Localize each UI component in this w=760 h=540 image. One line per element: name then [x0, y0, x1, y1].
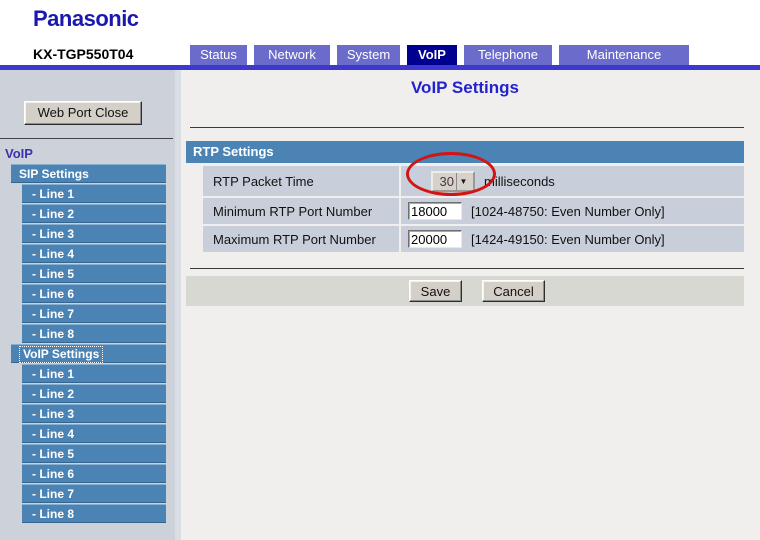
min-rtp-port-input[interactable]: [408, 202, 462, 220]
rtp-settings-header: RTP Settings: [186, 141, 744, 163]
panasonic-logo: Panasonic: [33, 6, 139, 32]
button-strip: Save Cancel: [186, 276, 744, 306]
sidebar-item-sip-line-1[interactable]: - Line 1: [22, 184, 166, 203]
tab-voip[interactable]: VoIP: [407, 45, 457, 65]
max-rtp-port-label: Maximum RTP Port Number: [203, 226, 399, 252]
sidebar-item-sip-line-7[interactable]: - Line 7: [22, 304, 166, 323]
max-rtp-port-value-cell: [1424-49150: Even Number Only]: [401, 226, 744, 252]
sidebar-item-voip-line-5[interactable]: - Line 5: [22, 444, 166, 463]
rtp-packet-time-selected-value: 30: [433, 174, 456, 189]
tab-status[interactable]: Status: [190, 45, 247, 65]
top-tab-bar: Status Network System VoIP Telephone Mai…: [190, 45, 689, 65]
sidebar-item-sip-line-3[interactable]: - Line 3: [22, 224, 166, 243]
model-number: KX-TGP550T04: [33, 46, 133, 62]
main-content: VoIP Settings RTP Settings RTP Packet Ti…: [181, 70, 760, 540]
tab-system[interactable]: System: [337, 45, 400, 65]
rtp-packet-time-select[interactable]: 30 ▼: [431, 171, 475, 192]
min-rtp-port-label: Minimum RTP Port Number: [203, 198, 399, 224]
sidebar-item-voip-line-4[interactable]: - Line 4: [22, 424, 166, 443]
sidebar-item-voip-line-8[interactable]: - Line 8: [22, 504, 166, 523]
sidebar-item-voip-line-6[interactable]: - Line 6: [22, 464, 166, 483]
sidebar-item-voip-line-2[interactable]: - Line 2: [22, 384, 166, 403]
sidebar-item-voip-line-7[interactable]: - Line 7: [22, 484, 166, 503]
sidebar-item-sip-line-4[interactable]: - Line 4: [22, 244, 166, 263]
content-divider: [190, 268, 744, 269]
cancel-button[interactable]: Cancel: [482, 280, 545, 302]
sidebar-menu: SIP Settings - Line 1 - Line 2 - Line 3 …: [0, 164, 181, 524]
sidebar-item-voip-settings-label: VoIP Settings: [19, 346, 103, 363]
page-title: VoIP Settings: [186, 78, 744, 98]
save-button[interactable]: Save: [409, 280, 462, 302]
sidebar-item-sip-line-2[interactable]: - Line 2: [22, 204, 166, 223]
web-port-close-button[interactable]: Web Port Close: [24, 101, 142, 125]
title-divider: [190, 127, 744, 128]
sidebar-divider: [0, 138, 173, 139]
sidebar-item-sip-line-5[interactable]: - Line 5: [22, 264, 166, 283]
sidebar-section-label: VoIP: [5, 146, 33, 161]
sidebar-item-voip-settings[interactable]: VoIP Settings: [11, 344, 166, 363]
sidebar-item-voip-line-1[interactable]: - Line 1: [22, 364, 166, 383]
sidebar: Web Port Close VoIP SIP Settings - Line …: [0, 70, 181, 540]
sidebar-item-sip-settings[interactable]: SIP Settings: [11, 164, 166, 183]
max-rtp-port-input[interactable]: [408, 230, 462, 248]
sidebar-item-sip-line-8[interactable]: - Line 8: [22, 324, 166, 343]
page: Panasonic KX-TGP550T04 Status Network Sy…: [0, 0, 760, 540]
sidebar-item-voip-line-3[interactable]: - Line 3: [22, 404, 166, 423]
chevron-down-icon[interactable]: ▼: [456, 173, 470, 190]
tab-telephone[interactable]: Telephone: [464, 45, 552, 65]
max-rtp-port-hint: [1424-49150: Even Number Only]: [471, 232, 665, 247]
min-rtp-port-value-cell: [1024-48750: Even Number Only]: [401, 198, 744, 224]
min-rtp-port-hint: [1024-48750: Even Number Only]: [471, 204, 665, 219]
tab-network[interactable]: Network: [254, 45, 330, 65]
rtp-packet-time-label: RTP Packet Time: [203, 166, 399, 196]
sidebar-item-sip-line-6[interactable]: - Line 6: [22, 284, 166, 303]
milliseconds-suffix: milliseconds: [484, 174, 555, 189]
rtp-packet-time-value-cell: 30 ▼ milliseconds: [401, 166, 744, 196]
tab-maintenance[interactable]: Maintenance: [559, 45, 689, 65]
